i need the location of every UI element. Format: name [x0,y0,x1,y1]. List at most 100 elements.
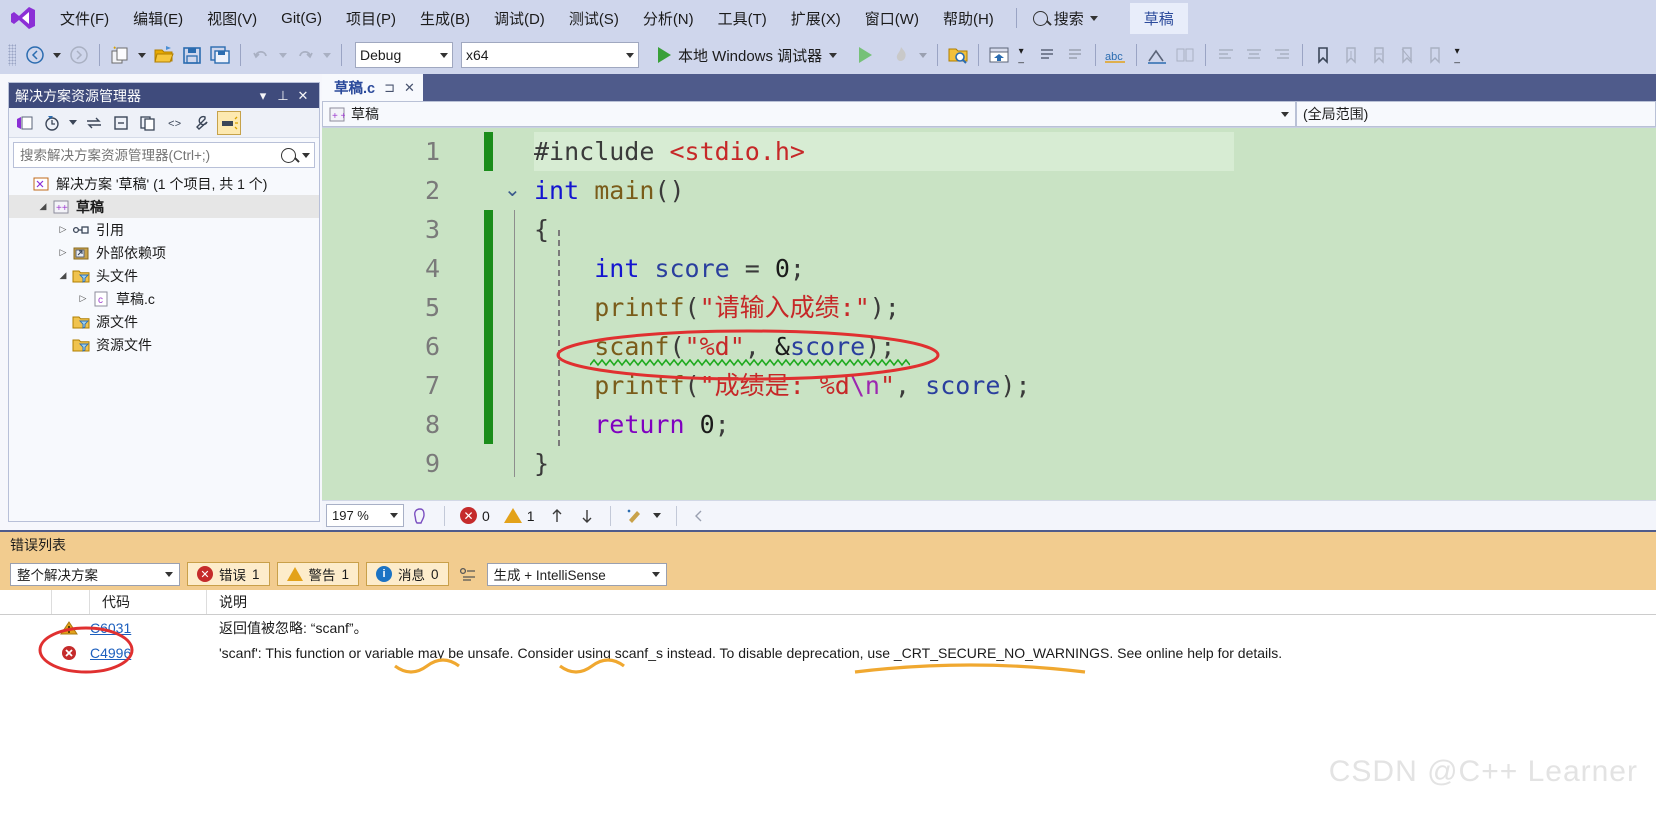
bookmark-window-icon[interactable] [1422,42,1448,68]
code-line[interactable]: printf("成绩是: %d\n", score); [534,366,1030,405]
uncomment-icon[interactable] [1062,42,1088,68]
abc-icon[interactable]: abc [1103,42,1129,68]
tree-item-5[interactable]: ▷ c 草稿.c [9,287,319,310]
configuration-selector[interactable]: Debug [355,42,453,68]
menu-build[interactable]: 生成(B) [408,4,482,33]
header-description[interactable]: 说明 [207,592,1656,612]
messages-filter-chip[interactable]: i 消息 0 [366,562,449,586]
intellisense-status[interactable] [404,507,436,525]
search-input[interactable] [18,146,281,164]
undo-icon[interactable] [248,42,274,68]
global-search[interactable]: 搜索 [1027,6,1104,31]
indent-icon[interactable] [1144,42,1170,68]
code-line[interactable]: return 0; [534,405,730,444]
menu-file[interactable]: 文件(F) [48,4,121,33]
expander-open-icon[interactable]: ◢ [35,201,51,212]
code-line[interactable]: } [534,444,549,483]
expander-open-icon[interactable]: ◢ [55,270,71,281]
tree-item-3[interactable]: ▷ 外部依赖项 [9,241,319,264]
code-line[interactable]: printf("请输入成绩:"); [534,288,900,327]
code-line[interactable]: #include <stdio.h> [534,132,805,171]
build-filter-selector[interactable]: 生成 + IntelliSense [486,562,667,586]
code-line[interactable]: { [534,210,549,249]
prev-bookmark-icon[interactable] [1338,42,1364,68]
solution-explorer-search[interactable] [13,142,315,168]
save-icon[interactable] [179,42,205,68]
scroll-left-button[interactable] [685,508,713,524]
menu-test[interactable]: 测试(S) [557,4,631,33]
align-center-icon[interactable] [1241,42,1267,68]
code-line[interactable]: int main() [534,171,685,210]
show-all-files-icon[interactable]: <> [163,111,187,135]
open-folder-icon[interactable] [151,42,177,68]
hot-reload-icon[interactable] [888,42,914,68]
menu-project[interactable]: 项目(P) [334,4,408,33]
fold-chevron-down-icon[interactable]: ⌄ [504,171,521,210]
quick-actions-button[interactable] [619,507,668,525]
bookmark-icon[interactable] [1310,42,1336,68]
menu-extensions[interactable]: 扩展(X) [779,4,853,33]
chevron-down-icon[interactable] [302,152,310,158]
warnings-filter-chip[interactable]: 警告 1 [276,562,360,586]
menu-debug[interactable]: 调试(D) [482,4,557,33]
tree-item-1[interactable]: ◢ ++ 草稿 [9,195,319,218]
warning-count-status[interactable]: 1 [497,508,542,524]
back-dropdown-icon[interactable] [50,42,64,68]
toolbar-grip[interactable] [8,44,16,66]
prev-issue-button[interactable] [542,507,572,525]
toolbar-overflow-2-icon[interactable]: ▾ _ [1450,42,1464,68]
next-issue-button[interactable] [572,507,602,525]
expander-closed-icon[interactable]: ▷ [55,224,71,235]
tree-item-6[interactable]: 源文件 [9,310,319,333]
align-left-icon[interactable] [1213,42,1239,68]
save-all-icon[interactable] [207,42,233,68]
expander-closed-icon[interactable]: ▷ [55,247,71,258]
tree-item-7[interactable]: 资源文件 [9,333,319,356]
code-line[interactable]: int score = 0; [534,249,805,288]
redo-dropdown-icon[interactable] [320,42,334,68]
properties-icon[interactable] [190,111,214,135]
menu-view[interactable]: 视图(V) [195,4,269,33]
tab-draft-c[interactable]: 草稿.c ⊐ ✕ [322,74,423,101]
scope-selector[interactable]: 整个解决方案 [10,562,180,586]
close-icon[interactable]: ✕ [404,80,415,96]
error-row[interactable]: C4996 'scanf': This function or variable … [0,640,1656,665]
next-bookmark-icon[interactable] [1366,42,1392,68]
undo-dropdown-icon[interactable] [276,42,290,68]
play-hollow-icon[interactable] [852,42,878,68]
new-item-dropdown-icon[interactable] [135,42,149,68]
hot-reload-dropdown-icon[interactable] [916,42,930,68]
pending-dropdown-icon[interactable] [67,111,79,135]
zoom-selector[interactable]: 197 % [326,504,404,527]
filter-list-icon[interactable] [456,563,480,585]
sync-icon[interactable] [82,111,106,135]
home-view-icon[interactable] [13,111,37,135]
forward-arrow-icon[interactable] [66,42,92,68]
menu-tools[interactable]: 工具(T) [706,4,779,33]
menu-edit[interactable]: 编辑(E) [121,4,195,33]
error-code-link[interactable]: C6031 [90,620,207,636]
menu-help[interactable]: 帮助(H) [931,4,1006,33]
menu-analyze[interactable]: 分析(N) [631,4,706,33]
new-item-icon[interactable] [107,42,133,68]
error-count-status[interactable]: ✕ 0 [453,507,497,524]
expander-closed-icon[interactable]: ▷ [75,293,91,304]
menu-window[interactable]: 窗口(W) [853,4,931,33]
platform-selector[interactable]: x64 [461,42,639,68]
collapse-all-icon[interactable] [109,111,133,135]
tree-item-2[interactable]: ▷ 引用 [9,218,319,241]
tree-item-0[interactable]: 解决方案 '草稿' (1 个项目, 共 1 个) [9,172,319,195]
align-right-icon[interactable] [1269,42,1295,68]
comment-icon[interactable] [1034,42,1060,68]
project-chip[interactable]: 草稿 [1129,2,1188,34]
back-arrow-icon[interactable] [22,42,48,68]
error-code-link[interactable]: C4996 [90,645,207,661]
code-editor[interactable]: 1 #include <stdio.h> 2 ⌄ int main() 3 {4 int s… [322,128,1656,500]
pending-changes-icon[interactable] [40,111,64,135]
error-row[interactable]: C6031 返回值被忽略: “scanf”。 [0,615,1656,640]
home-window-icon[interactable] [986,42,1012,68]
navigation-project-selector[interactable]: + + 草稿 [322,101,1296,127]
toolbar-overflow-icon[interactable]: ▾ _ [1014,42,1028,68]
folder-search-icon[interactable] [945,42,971,68]
header-code[interactable]: 代码 [90,590,207,614]
